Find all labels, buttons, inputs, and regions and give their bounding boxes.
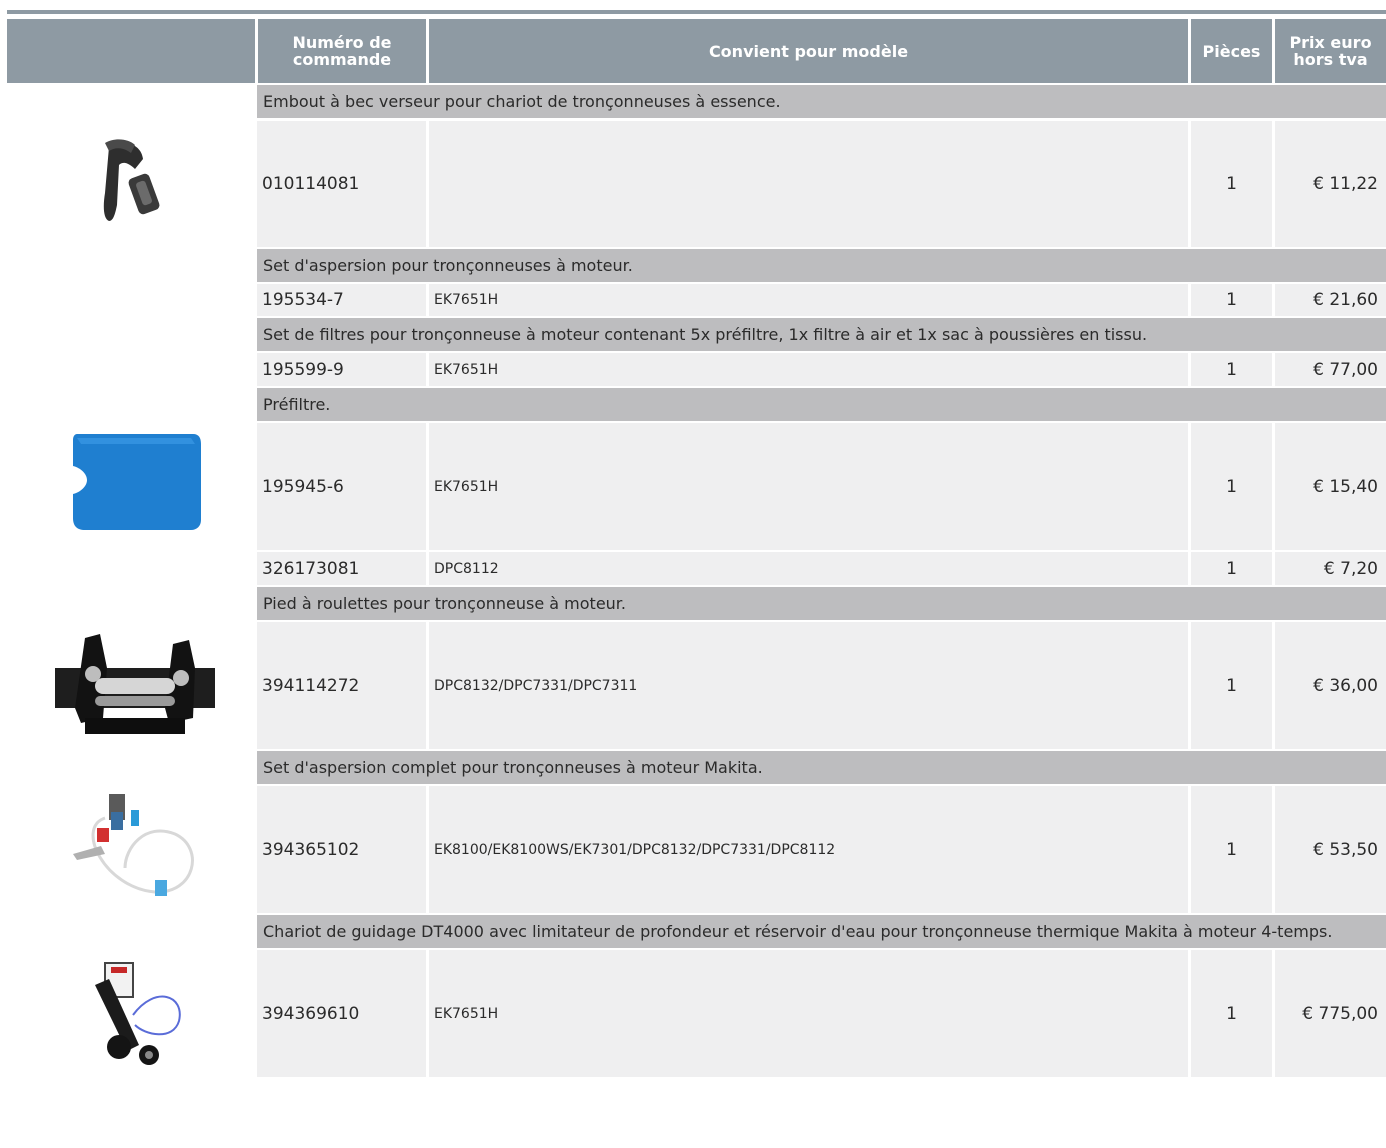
price-cell: € 36,00 xyxy=(1275,622,1386,749)
prefilter-image xyxy=(73,434,201,530)
header-order-number: Numéro de commande xyxy=(258,19,426,83)
order-number-cell: 195599-9 xyxy=(257,353,426,386)
order-number-cell: 394369610 xyxy=(257,950,426,1077)
model-cell: EK7651H xyxy=(429,950,1188,1077)
model-cell xyxy=(429,121,1188,247)
group-description: Set d'aspersion pour tronçonneuses à mot… xyxy=(257,249,1386,282)
model-cell: DPC8132/DPC7331/DPC7311 xyxy=(429,622,1188,749)
spout-image xyxy=(103,139,160,221)
order-number-cell: 195534-7 xyxy=(257,284,426,316)
roller-stand-image xyxy=(55,634,215,734)
model-cell: EK7651H xyxy=(429,423,1188,550)
model-cell: EK7651H xyxy=(429,284,1188,316)
order-number-cell: 195945-6 xyxy=(257,423,426,550)
price-cell: € 15,40 xyxy=(1275,423,1386,550)
model-cell: EK7651H xyxy=(429,353,1188,386)
pieces-cell: 1 xyxy=(1191,622,1272,749)
group-description: Chariot de guidage DT4000 avec limitateu… xyxy=(257,915,1386,948)
pieces-cell: 1 xyxy=(1191,786,1272,913)
sprinkler-set-image xyxy=(73,794,194,896)
price-cell: € 21,60 xyxy=(1275,284,1386,316)
price-cell: € 77,00 xyxy=(1275,353,1386,386)
order-number-cell: 394365102 xyxy=(257,786,426,913)
order-number-cell: 394114272 xyxy=(257,622,426,749)
group-description: Embout à bec verseur pour chariot de tro… xyxy=(257,85,1386,118)
header-image-column xyxy=(7,19,255,83)
header-model: Convient pour modèle xyxy=(429,19,1188,83)
order-number-cell: 010114081 xyxy=(257,121,426,247)
group-description: Préfiltre. xyxy=(257,388,1386,421)
model-cell: EK8100/EK8100WS/EK7301/DPC8132/DPC7331/D… xyxy=(429,786,1188,913)
price-cell: € 53,50 xyxy=(1275,786,1386,913)
header-price: Prix euro hors tva xyxy=(1275,19,1386,83)
pieces-cell: 1 xyxy=(1191,950,1272,1077)
pieces-cell: 1 xyxy=(1191,121,1272,247)
pieces-cell: 1 xyxy=(1191,552,1272,585)
top-rule xyxy=(7,10,1386,14)
order-number-cell: 326173081 xyxy=(257,552,426,585)
pieces-cell: 1 xyxy=(1191,353,1272,386)
price-cell: € 775,00 xyxy=(1275,950,1386,1077)
group-description: Pied à roulettes pour tronçonneuse à mot… xyxy=(257,587,1386,620)
group-description: Set d'aspersion complet pour tronçonneus… xyxy=(257,751,1386,784)
pieces-cell: 1 xyxy=(1191,284,1272,316)
pieces-cell: 1 xyxy=(1191,423,1272,550)
header-pieces: Pièces xyxy=(1191,19,1272,83)
price-cell: € 11,22 xyxy=(1275,121,1386,247)
guide-cart-image xyxy=(95,962,181,1065)
group-description: Set de filtres pour tronçonneuse à moteu… xyxy=(257,318,1386,351)
model-cell: DPC8112 xyxy=(429,552,1188,585)
price-cell: € 7,20 xyxy=(1275,552,1386,585)
